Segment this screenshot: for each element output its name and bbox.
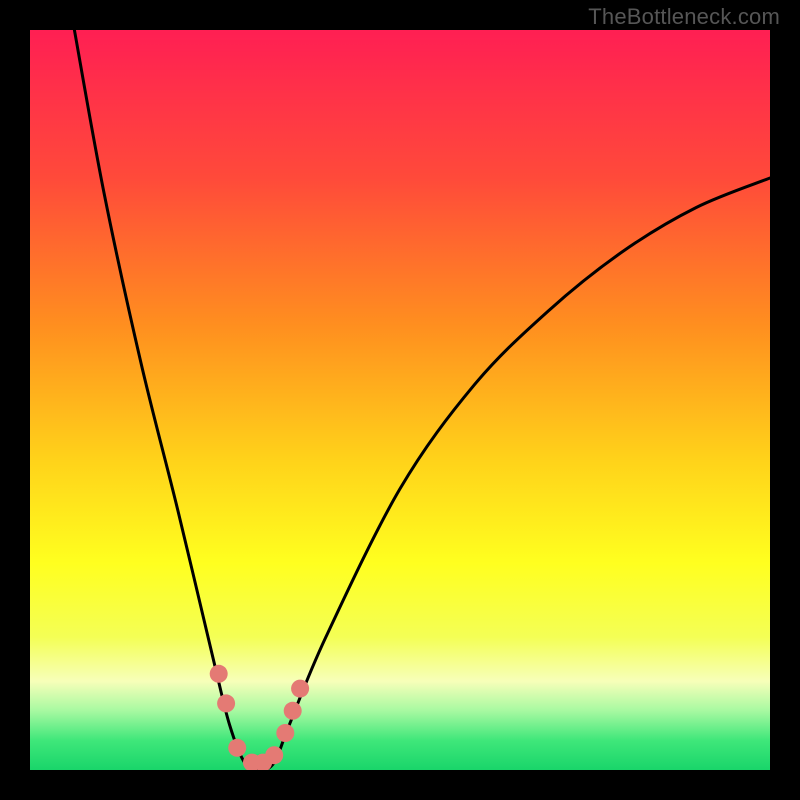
bottleneck-curve — [74, 30, 770, 770]
chart-frame: TheBottleneck.com — [0, 0, 800, 800]
curve-layer — [30, 30, 770, 770]
marker-point — [291, 680, 309, 698]
marker-point — [265, 746, 283, 764]
marker-point — [228, 739, 246, 757]
plot-area — [30, 30, 770, 770]
highlighted-points — [210, 665, 309, 770]
watermark-text: TheBottleneck.com — [588, 4, 780, 30]
marker-point — [284, 702, 302, 720]
marker-point — [217, 694, 235, 712]
marker-point — [210, 665, 228, 683]
marker-point — [276, 724, 294, 742]
